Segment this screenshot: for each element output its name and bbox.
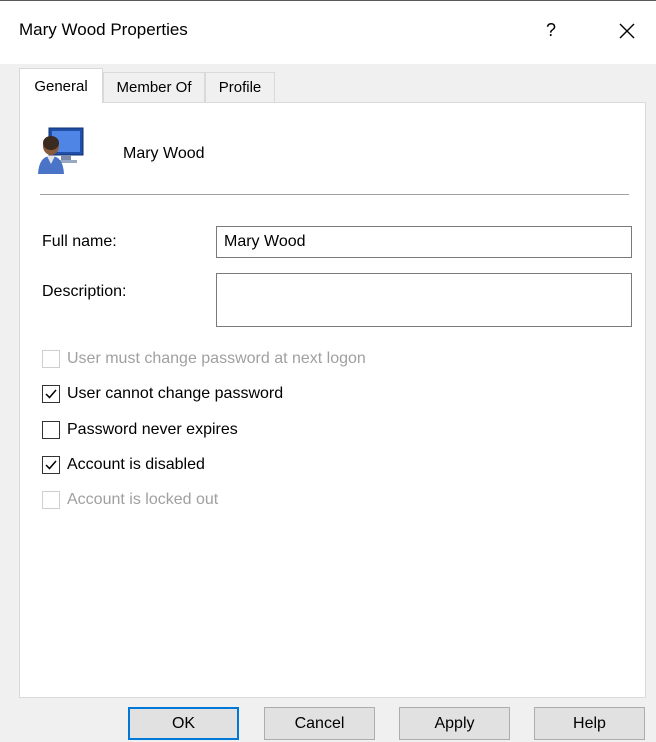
checkbox-label: Password never expires xyxy=(67,421,238,438)
checkbox[interactable] xyxy=(42,350,60,368)
tab-profile[interactable]: Profile xyxy=(205,72,275,102)
checkbox-label: User cannot change password xyxy=(67,385,284,402)
checkmark-icon xyxy=(45,389,57,399)
checkbox[interactable] xyxy=(42,491,60,509)
user-display-name: Mary Wood xyxy=(123,145,205,162)
checkbox[interactable] xyxy=(42,421,60,439)
checkbox-label: User must change password at next logon xyxy=(67,350,366,367)
ok-button[interactable]: OK xyxy=(128,707,239,740)
checkbox[interactable] xyxy=(42,456,60,474)
close-button[interactable] xyxy=(614,18,640,44)
window-title: Mary Wood Properties xyxy=(19,20,188,39)
close-icon xyxy=(619,23,635,39)
checkmark-icon xyxy=(45,460,57,470)
option-must-change-password[interactable]: User must change password at next logon xyxy=(42,348,366,370)
user-icon xyxy=(35,126,87,178)
full-name-field[interactable] xyxy=(216,226,632,258)
checkbox-label: Account is locked out xyxy=(67,491,219,508)
option-account-disabled[interactable]: Account is disabled xyxy=(42,454,205,476)
help-dialog-button[interactable]: Help xyxy=(534,707,645,740)
tab-general[interactable]: General xyxy=(19,68,103,103)
option-password-never-expires[interactable]: Password never expires xyxy=(42,419,238,441)
title-bar[interactable]: Mary Wood Properties ? xyxy=(0,0,656,64)
option-cannot-change-password[interactable]: User cannot change password xyxy=(42,383,283,405)
checkbox[interactable] xyxy=(42,385,60,403)
tab-member-of[interactable]: Member Of xyxy=(103,72,205,102)
cancel-button[interactable]: Cancel xyxy=(264,707,375,740)
option-account-locked-out[interactable]: Account is locked out xyxy=(42,489,218,511)
help-button[interactable]: ? xyxy=(539,18,563,42)
separator xyxy=(40,194,629,195)
description-field[interactable] xyxy=(216,273,632,327)
checkbox-label: Account is disabled xyxy=(67,456,205,473)
apply-button[interactable]: Apply xyxy=(399,707,510,740)
full-name-label: Full name: xyxy=(42,233,117,250)
window-border xyxy=(0,0,656,1)
description-label: Description: xyxy=(42,283,127,300)
